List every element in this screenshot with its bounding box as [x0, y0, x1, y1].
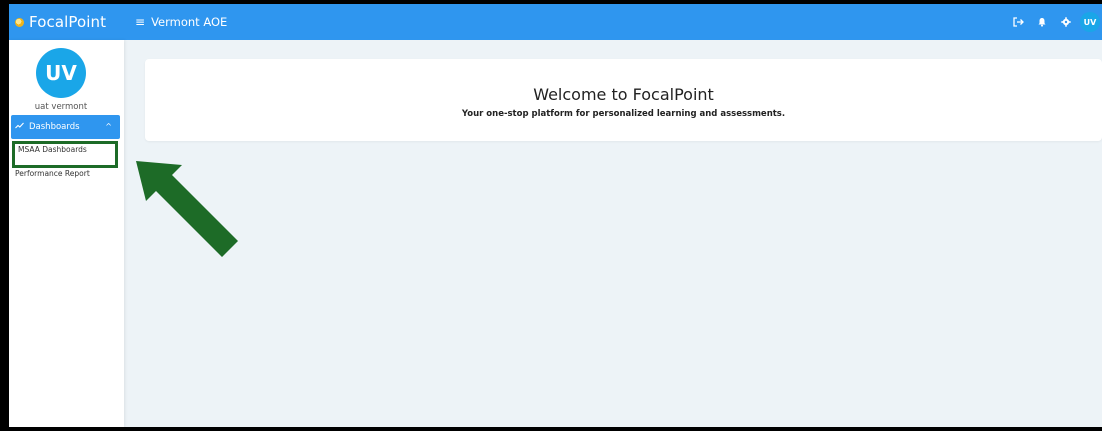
sidebar: UV uat vermont Dashboards ^ MSAA Dashboa…: [9, 40, 124, 427]
brand[interactable]: FocalPoint: [9, 4, 127, 40]
chevron-up-icon[interactable]: ^: [105, 122, 112, 131]
sidebar-avatar: UV: [36, 48, 86, 98]
organization-name: Vermont AOE: [151, 15, 228, 29]
menu-icon[interactable]: ≡: [135, 15, 145, 29]
sidebar-section-dashboards[interactable]: Dashboards ^: [11, 115, 120, 139]
gear-icon[interactable]: [1056, 12, 1076, 32]
welcome-card: Welcome to FocalPoint Your one-stop plat…: [145, 59, 1102, 141]
trend-icon: [15, 122, 24, 132]
welcome-title: Welcome to FocalPoint: [533, 85, 714, 104]
user-avatar[interactable]: UV: [1080, 12, 1100, 32]
sidebar-item-label: MSAA Dashboards: [18, 145, 87, 154]
bell-icon[interactable]: [1032, 12, 1052, 32]
brand-name: FocalPoint: [29, 13, 107, 31]
welcome-subtitle: Your one-stop platform for personalized …: [461, 109, 786, 119]
top-bar: FocalPoint ≡ Vermont AOE UV: [9, 4, 1102, 40]
brand-logo-icon: [15, 17, 24, 27]
sidebar-item-performance-report[interactable]: Performance Report: [9, 166, 121, 182]
app-window: FocalPoint ≡ Vermont AOE UV UV uat vermo…: [9, 4, 1102, 427]
sidebar-username: uat vermont: [34, 102, 88, 112]
top-actions: UV: [1004, 4, 1100, 40]
sidebar-item-label: Performance Report: [15, 169, 90, 178]
sidebar-item-msaa-dashboards[interactable]: MSAA Dashboards: [12, 141, 116, 168]
annotation-arrow-icon: [136, 161, 238, 257]
logout-icon[interactable]: [1008, 12, 1028, 32]
sidebar-section-label: Dashboards: [29, 122, 80, 132]
